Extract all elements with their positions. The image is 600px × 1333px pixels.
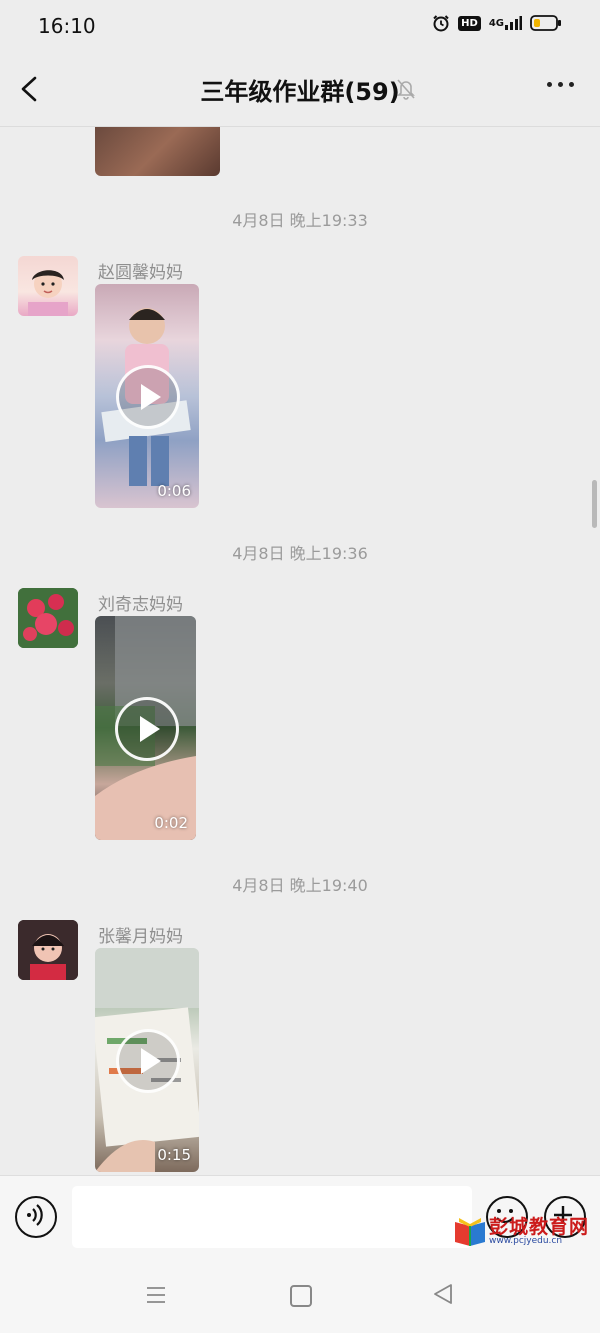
timestamp: 4月8日 晚上19:40: [232, 876, 368, 895]
book-logo-icon: [455, 1218, 485, 1246]
chat-title: 三年级作业群(59): [200, 78, 400, 106]
avatar-photo: [18, 920, 78, 980]
more-icon: [547, 82, 552, 87]
sender-name: 赵圆馨妈妈: [98, 263, 183, 283]
back-triangle-icon: [434, 1284, 452, 1304]
timestamp: 4月8日 晚上19:33: [232, 211, 368, 230]
voice-button[interactable]: [15, 1196, 57, 1238]
battery-icon: [530, 14, 562, 32]
watermark-title: 彭城教育网: [489, 1216, 590, 1238]
mute-bell-icon: [396, 78, 416, 104]
avatar-photo: [28, 270, 68, 316]
site-watermark: 彭城教育网 www.pcjyedu.cn: [453, 1210, 593, 1250]
menu-icon: [147, 1287, 165, 1303]
sender-name: 刘奇志妈妈: [98, 595, 183, 615]
network-label: 4G: [488, 17, 504, 29]
play-icon[interactable]: [116, 1029, 180, 1093]
hd-icon: HD: [458, 15, 481, 31]
sender-name: 张馨月妈妈: [98, 927, 183, 947]
video-message[interactable]: 0:15: [95, 948, 199, 1172]
status-time: 16:10: [38, 14, 96, 38]
more-button[interactable]: [547, 82, 574, 87]
voice-icon: [26, 1203, 43, 1226]
play-icon[interactable]: [116, 365, 180, 429]
timestamp: 4月8日 晚上19:36: [232, 544, 368, 563]
system-navigation-bar: [0, 1263, 600, 1333]
chat-header: 三年级作业群(59): [0, 52, 600, 127]
video-message[interactable]: 0:02: [95, 616, 196, 840]
avatar-photo: [18, 588, 78, 648]
play-icon[interactable]: [114, 697, 179, 761]
avatar[interactable]: [18, 256, 78, 316]
home-icon[interactable]: [290, 1285, 312, 1307]
system-back-button[interactable]: [432, 1283, 454, 1309]
signal-4g-icon: 4G: [489, 15, 522, 31]
avatar[interactable]: [18, 588, 78, 648]
video-duration: 0:15: [157, 1146, 191, 1164]
video-message[interactable]: 0:06: [95, 284, 199, 508]
recent-apps-button[interactable]: [146, 1285, 166, 1305]
avatar[interactable]: [18, 920, 78, 980]
message-list[interactable]: 4月8日 晚上19:33 赵圆馨妈妈 0:06 4月8日 晚上19:36 刘奇志…: [0, 127, 600, 1174]
scrollbar[interactable]: [592, 480, 597, 528]
video-duration: 0:02: [154, 814, 188, 832]
watermark-url: www.pcjyedu.cn: [489, 1236, 563, 1246]
status-bar: 16:10 HD 4G: [0, 0, 600, 52]
previous-media-thumbnail[interactable]: [95, 127, 220, 176]
message-input[interactable]: [72, 1186, 472, 1248]
status-icons: HD 4G: [432, 14, 562, 32]
video-duration: 0:06: [157, 482, 191, 500]
alarm-icon: [432, 14, 450, 32]
